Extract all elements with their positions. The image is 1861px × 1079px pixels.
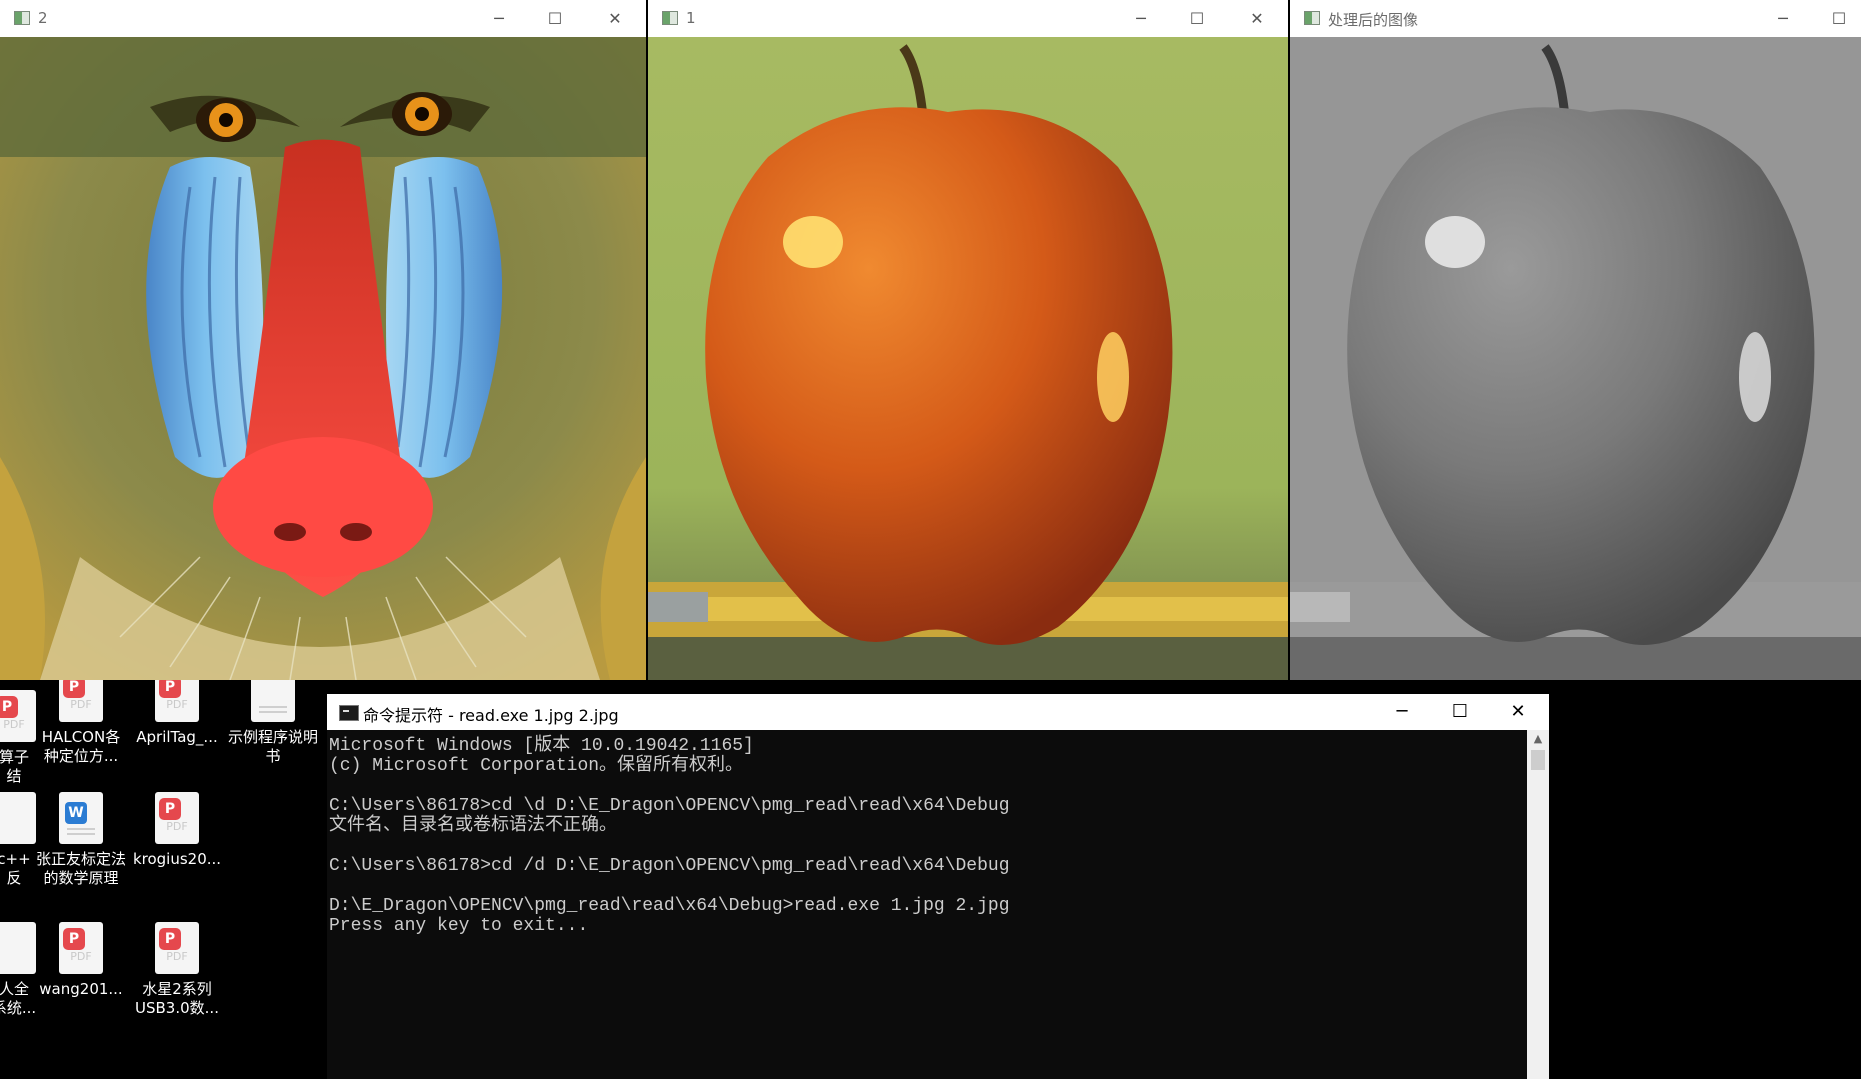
image-window-icon [14,11,30,25]
image-window-icon [662,11,678,25]
vertical-scrollbar[interactable]: ▲ [1527,730,1549,1079]
mandrill-image-svg [0,37,646,680]
minimize-button[interactable]: ─ [1118,0,1164,37]
desktop-right-area [1549,680,1861,1079]
word-document-icon: W [59,792,103,844]
desktop-icon-example-doc[interactable]: 示例程序说明 书 [225,670,321,766]
desktop-icon-label: wang201... [39,980,123,998]
maximize-button[interactable]: ☐ [1174,0,1220,37]
desktop-icon-label: AprilTag_... [136,728,218,746]
desktop-icon-label: 水星2系列 USB3.0数... [135,980,219,1017]
pdf-file-icon: P PDF [155,792,199,844]
close-button[interactable]: ✕ [1234,0,1280,37]
pdf-file-icon: P PDF [0,690,36,742]
maximize-button[interactable]: ☐ [1816,0,1861,37]
close-button[interactable]: ✕ [1489,694,1547,730]
pdf-file-icon: P PDF [59,922,103,974]
cmd-icon [339,705,359,721]
cmd-title: 命令提示符 - read.exe 1.jpg 2.jpg [363,706,619,725]
minimize-button[interactable]: ─ [1760,0,1806,37]
minimize-button[interactable]: ─ [1373,694,1431,730]
desktop-icon-label: 张正友标定法 的数学原理 [35,850,126,887]
window-title: 2 [38,9,48,27]
desktop: P PDF 算子 结 P PDF HALCON各 种定位方... P PDF Apri… [0,670,327,1079]
image-window-2[interactable]: 2 ─ ☐ ✕ [0,0,646,680]
desktop-icon-label: HALCON各 种定位方... [41,728,121,765]
image-window-processed[interactable]: 处理后的图像 ─ ☐ [1290,0,1861,680]
minimize-button[interactable]: ─ [476,0,522,37]
window-titlebar[interactable]: 处理后的图像 ─ ☐ [1290,0,1861,37]
desktop-icon-halcon[interactable]: P PDF HALCON各 种定位方... [33,670,129,766]
gray-apple-image-svg [1290,37,1861,680]
document-icon [0,792,36,844]
window-titlebar[interactable]: 2 ─ ☐ ✕ [0,0,646,37]
scroll-up-arrow-icon[interactable]: ▲ [1527,730,1549,748]
apple-image-svg [648,37,1288,680]
apple-color-image [648,37,1288,680]
apple-grayscale-image [1290,37,1861,680]
image-window-1[interactable]: 1 ─ ☐ ✕ [648,0,1288,680]
desktop-icon-zhang-calibration[interactable]: W 张正友标定法 的数学原理 [33,792,129,888]
close-button[interactable]: ✕ [592,0,638,37]
maximize-button[interactable]: ☐ [1431,694,1489,730]
window-title: 处理后的图像 [1328,11,1419,29]
window-titlebar[interactable]: 1 ─ ☐ ✕ [648,0,1288,37]
cmd-titlebar[interactable]: 命令提示符 - read.exe 1.jpg 2.jpg ─ ☐ ✕ [327,694,1549,730]
command-prompt-window[interactable]: 命令提示符 - read.exe 1.jpg 2.jpg ─ ☐ ✕ Micro… [327,694,1549,1079]
image-window-icon [1304,11,1320,25]
pdf-file-icon: P PDF [155,922,199,974]
desktop-icon-mercury2[interactable]: P PDF 水星2系列 USB3.0数... [129,922,225,1018]
document-icon [0,922,36,974]
console-output[interactable]: Microsoft Windows [版本 10.0.19042.1165] (… [329,730,1527,1079]
desktop-icon-apriltag[interactable]: P PDF AprilTag_... [129,670,225,747]
desktop-icon-krogius[interactable]: P PDF krogius20... [129,792,225,869]
desktop-icon-label: krogius20... [132,850,222,868]
window-title: 1 [686,9,696,27]
desktop-icon-wang[interactable]: P PDF wang201... [33,922,129,999]
mandrill-color-image [0,37,646,680]
desktop-icon-label: 示例程序说明 书 [227,728,318,765]
scroll-thumb[interactable] [1531,750,1545,770]
maximize-button[interactable]: ☐ [532,0,578,37]
